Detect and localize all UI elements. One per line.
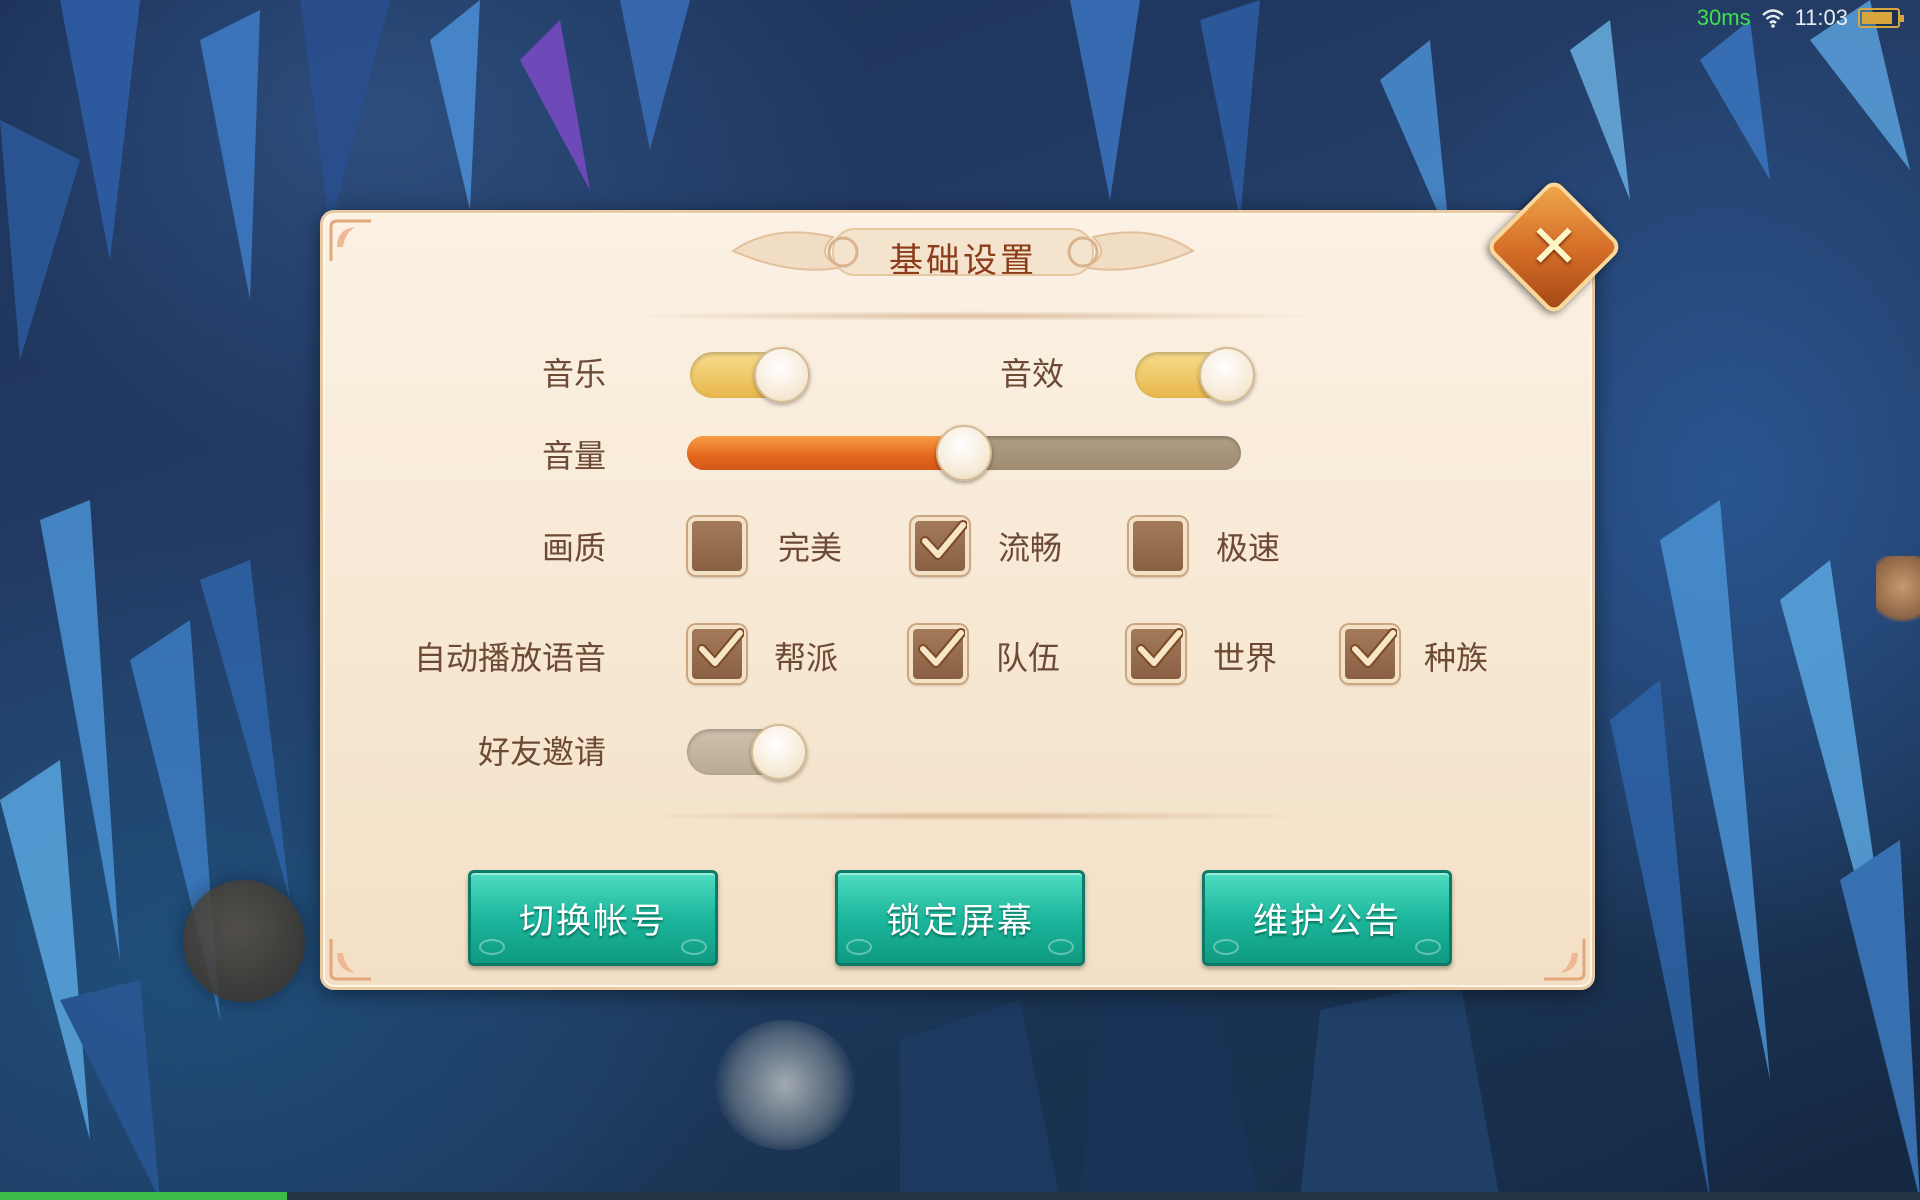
quality-smooth-checkbox[interactable] xyxy=(911,517,969,575)
voice-guild-checkbox[interactable] xyxy=(688,625,746,683)
voice-team-label: 队伍 xyxy=(996,639,1061,677)
switch-account-button[interactable]: 切换帐号 xyxy=(468,870,718,966)
cloud-swirl-icon xyxy=(846,939,872,955)
experience-bar xyxy=(0,1192,1920,1200)
corner-ornament-icon xyxy=(327,935,375,983)
checkmark-icon xyxy=(920,520,967,560)
cloud-swirl-icon xyxy=(1415,939,1441,955)
friend-invite-label: 好友邀请 xyxy=(477,733,606,771)
auto-voice-label: 自动播放语音 xyxy=(413,639,606,677)
quality-fast-label: 极速 xyxy=(1216,529,1281,567)
virtual-joystick[interactable] xyxy=(183,880,305,1002)
dialog-title: 基础设置 xyxy=(889,241,1037,281)
volume-slider-knob[interactable] xyxy=(936,425,992,481)
clock: 11:03 xyxy=(1794,5,1848,30)
toggle-knob[interactable] xyxy=(751,724,807,780)
toggle-knob[interactable] xyxy=(1199,347,1255,403)
switch-account-label: 切换帐号 xyxy=(518,901,667,942)
divider-bottom xyxy=(623,811,1323,821)
crystal-cluster-left xyxy=(0,500,290,1200)
music-toggle[interactable] xyxy=(690,347,810,403)
corner-ornament-icon xyxy=(327,217,375,265)
divider-top xyxy=(623,311,1323,321)
voice-world-checkbox[interactable] xyxy=(1127,625,1185,683)
voice-race-label: 种族 xyxy=(1424,639,1489,677)
voice-world-label: 世界 xyxy=(1213,639,1278,677)
toggle-knob[interactable] xyxy=(754,347,810,403)
quality-fast-checkbox[interactable] xyxy=(1129,517,1187,575)
checkmark-icon xyxy=(918,628,965,668)
lock-screen-button[interactable]: 锁定屏幕 xyxy=(835,870,1085,966)
sound-effects-label: 音效 xyxy=(1000,355,1065,393)
maintenance-notice-label: 维护公告 xyxy=(1252,901,1401,942)
quality-perfect-label: 完美 xyxy=(778,529,843,567)
title-banner: 基础设置 xyxy=(713,217,1213,285)
cloud-swirl-icon xyxy=(479,939,505,955)
checkmark-icon xyxy=(1350,628,1397,668)
battery-icon xyxy=(1858,8,1904,28)
quality-label: 画质 xyxy=(541,529,606,567)
pet-avatar[interactable] xyxy=(1876,556,1920,632)
checkmark-icon xyxy=(1136,628,1183,668)
wifi-icon xyxy=(1761,9,1784,28)
settings-dialog: 基础设置 音乐 音效 音量 画质 完美 流畅 极速 自动播放语音 帮派 队伍 世… xyxy=(320,210,1595,990)
cloud-swirl-icon xyxy=(681,939,707,955)
quality-smooth-label: 流畅 xyxy=(998,529,1063,567)
smoke-effect xyxy=(715,1020,855,1150)
status-bar: 30ms 11:03 xyxy=(1696,4,1904,32)
voice-guild-label: 帮派 xyxy=(774,639,839,677)
cloud-swirl-icon xyxy=(1213,939,1239,955)
music-label: 音乐 xyxy=(541,355,606,393)
quality-perfect-checkbox[interactable] xyxy=(688,517,746,575)
ping-readout: 30ms xyxy=(1696,5,1751,30)
cloud-swirl-icon xyxy=(1048,939,1074,955)
volume-label: 音量 xyxy=(541,437,606,475)
voice-team-checkbox[interactable] xyxy=(909,625,967,683)
sound-effects-toggle[interactable] xyxy=(1135,347,1255,403)
friend-invite-toggle[interactable] xyxy=(687,724,807,780)
voice-race-checkbox[interactable] xyxy=(1341,625,1399,683)
corner-ornament-icon xyxy=(1540,935,1588,983)
volume-slider[interactable] xyxy=(687,425,1241,481)
crystal-cluster-right xyxy=(1610,500,1920,1200)
maintenance-notice-button[interactable]: 维护公告 xyxy=(1202,870,1452,966)
lock-screen-label: 锁定屏幕 xyxy=(885,901,1034,942)
checkmark-icon xyxy=(697,628,744,668)
volume-slider-fill xyxy=(687,436,964,470)
crystal-cluster-bottom xyxy=(900,980,1500,1200)
